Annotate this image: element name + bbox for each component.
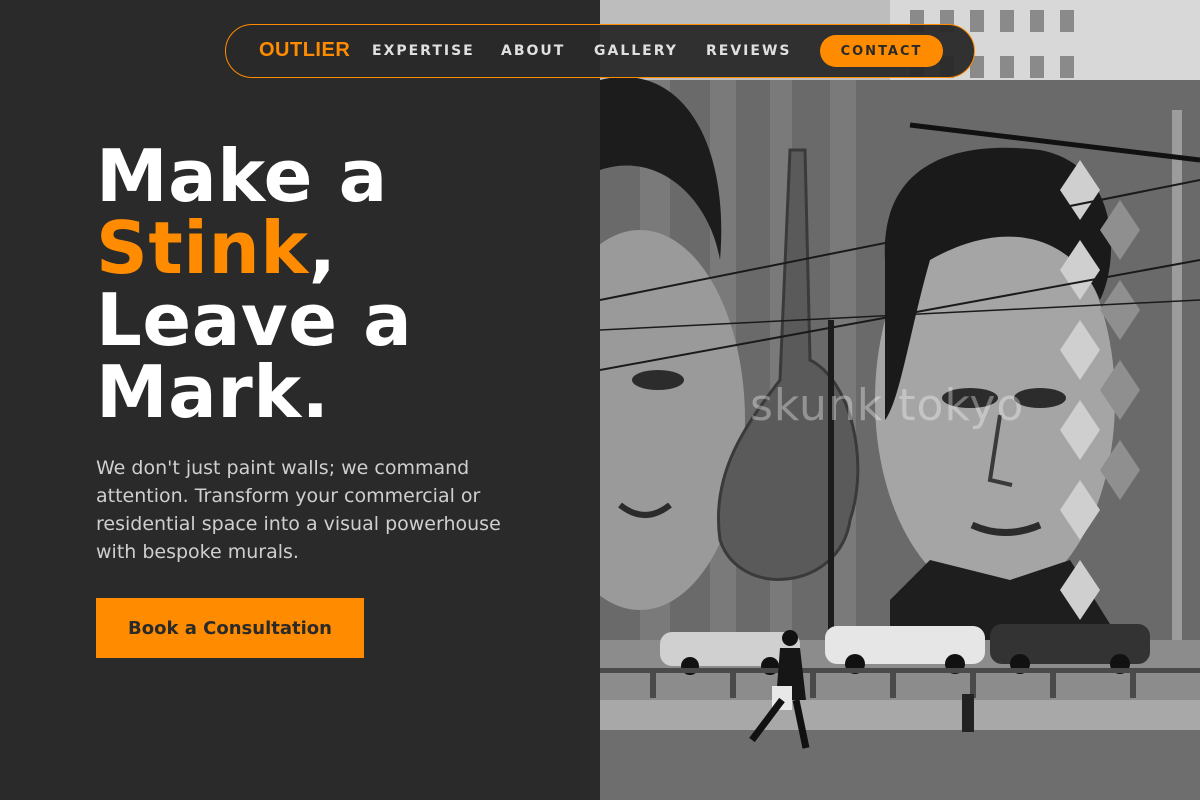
book-consultation-button[interactable]: Book a Consultation	[96, 598, 364, 658]
hero-headline: Make a Stink, Leave a Mark.	[96, 140, 412, 428]
hero-text-panel: Make a Stink, Leave a Mark. We don't jus…	[0, 0, 600, 800]
nav-link-gallery[interactable]: GALLERY	[594, 43, 678, 59]
brand-logo[interactable]: OUTLIER	[259, 39, 350, 62]
nav-link-about[interactable]: ABOUT	[501, 43, 565, 59]
nav-link-reviews[interactable]: REVIEWS	[706, 43, 791, 59]
headline-line-4: Mark.	[96, 350, 330, 434]
hero-description: We don't just paint walls; we command at…	[96, 457, 501, 563]
photo-watermark: skunk tokyo	[750, 380, 1025, 431]
nav-link-expertise[interactable]: EXPERTISE	[372, 43, 475, 59]
contact-button[interactable]: CONTACT	[820, 35, 943, 67]
top-navbar: OUTLIER EXPERTISE ABOUT GALLERY REVIEWS …	[225, 24, 975, 78]
hero-mural-photo: skunk tokyo	[600, 0, 1200, 800]
